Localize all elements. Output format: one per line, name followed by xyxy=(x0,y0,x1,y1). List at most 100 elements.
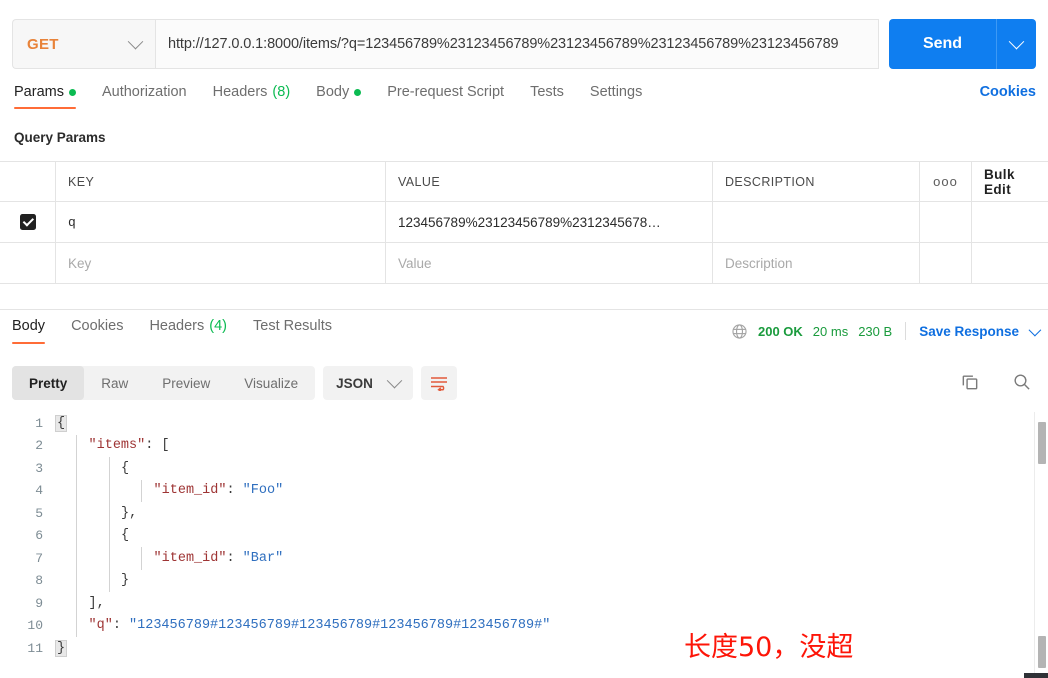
code-token: "123456789#123456789#123456789#123456789… xyxy=(129,618,551,634)
new-value-input[interactable]: Value xyxy=(386,243,713,283)
bulk-edit-button[interactable]: Bulk Edit xyxy=(984,167,1036,197)
view-mode-raw[interactable]: Raw xyxy=(84,366,145,400)
code-token: ], xyxy=(88,595,105,611)
code-line: 8} xyxy=(0,569,1048,592)
code-line: 1{ xyxy=(0,412,1048,435)
response-tab-body[interactable]: Body xyxy=(12,318,58,344)
new-description-placeholder: Description xyxy=(725,255,793,271)
tab-settings[interactable]: Settings xyxy=(577,84,655,109)
code-token: "item_id" xyxy=(153,550,227,566)
response-tab-headers-label: Headers xyxy=(149,318,205,334)
chevron-down-icon xyxy=(127,33,144,49)
code-token: "q" xyxy=(88,618,113,634)
row-key-input[interactable]: q xyxy=(56,202,386,242)
view-mode-pretty[interactable]: Pretty xyxy=(12,366,85,400)
query-params-table: KEY VALUE DESCRIPTION ooo Bulk Edit q 12… xyxy=(0,161,1048,284)
tab-params[interactable]: Params xyxy=(14,84,89,109)
new-value-placeholder: Value xyxy=(398,255,432,271)
status-code: 200 OK xyxy=(757,323,803,339)
code-token: : xyxy=(226,550,243,566)
tab-authorization[interactable]: Authorization xyxy=(89,84,200,109)
http-method-selector[interactable]: GET xyxy=(12,19,155,69)
indent-guide xyxy=(76,457,77,480)
row-key-text: q xyxy=(68,214,76,230)
code-text: { xyxy=(54,414,68,432)
divider xyxy=(905,322,907,340)
code-text: } xyxy=(56,573,129,588)
tab-pre-request-script[interactable]: Pre-request Script xyxy=(374,84,517,109)
new-key-input[interactable]: Key xyxy=(56,243,386,283)
tab-tests[interactable]: Tests xyxy=(517,84,577,109)
indent-guide xyxy=(76,434,77,457)
indent-guide xyxy=(108,547,110,570)
view-mode-preview[interactable]: Preview xyxy=(145,366,227,400)
user-annotation: 长度50，没超 xyxy=(684,632,854,663)
code-line: 7 "item_id": "Bar" xyxy=(0,547,1048,570)
row-enabled-checkbox[interactable] xyxy=(19,214,36,230)
response-size: 230 B xyxy=(858,323,893,339)
view-mode-visualize[interactable]: Visualize xyxy=(227,366,315,400)
response-tab-cookies[interactable]: Cookies xyxy=(58,318,136,344)
word-wrap-button[interactable] xyxy=(420,366,457,400)
response-tab-test-results[interactable]: Test Results xyxy=(240,318,345,344)
code-text: { xyxy=(56,528,129,543)
line-number: 8 xyxy=(35,573,43,589)
row-value-text: 123456789%23123456789%2312345678… xyxy=(398,214,661,230)
url-text: http://127.0.0.1:8000/items/?q=123456789… xyxy=(168,36,839,52)
chevron-down-icon xyxy=(1008,33,1025,49)
section-divider xyxy=(0,309,1048,310)
indent-guide xyxy=(76,592,77,615)
code-token: "Foo" xyxy=(242,483,284,499)
chevron-down-icon xyxy=(386,372,403,388)
indent-guide xyxy=(108,569,110,592)
cookies-link[interactable]: Cookies xyxy=(980,84,1036,100)
new-key-placeholder: Key xyxy=(68,255,92,271)
code-text: { xyxy=(56,461,129,476)
response-tab-body-label: Body xyxy=(12,318,46,334)
vertical-scrollbar[interactable] xyxy=(1034,412,1048,678)
format-label: JSON xyxy=(336,375,373,391)
response-tab-cookies-label: Cookies xyxy=(71,318,124,334)
new-description-input[interactable]: Description xyxy=(713,243,920,283)
url-input[interactable]: http://127.0.0.1:8000/items/?q=123456789… xyxy=(155,19,879,69)
code-line: 2 "items": [ xyxy=(0,434,1048,457)
line-number: 7 xyxy=(35,550,43,566)
word-wrap-icon xyxy=(430,377,447,391)
code-token: "Bar" xyxy=(242,550,284,566)
modified-dot-icon xyxy=(354,88,362,96)
indent-guide xyxy=(141,547,143,570)
code-fold-marker[interactable]: } xyxy=(54,639,68,657)
save-response-button[interactable]: Save Response xyxy=(919,324,1019,339)
send-button[interactable]: Send xyxy=(889,19,996,69)
code-token: }, xyxy=(121,505,138,521)
tab-body[interactable]: Body xyxy=(303,84,374,109)
row-value-input[interactable]: 123456789%23123456789%2312345678… xyxy=(386,202,713,242)
copy-icon[interactable] xyxy=(960,372,980,392)
line-number: 4 xyxy=(35,483,43,499)
view-mode-group: Pretty Raw Preview Visualize xyxy=(12,366,316,400)
format-selector[interactable]: JSON xyxy=(323,366,413,400)
code-line: 6{ xyxy=(0,524,1048,547)
response-tab-headers[interactable]: Headers (4) xyxy=(136,318,240,344)
row-description-input[interactable] xyxy=(713,202,920,242)
scrollbar-thumb[interactable] xyxy=(1038,422,1046,464)
table-options-button[interactable]: ooo xyxy=(920,162,972,201)
table-row: q 123456789%23123456789%2312345678… xyxy=(0,202,1048,243)
response-body-code[interactable]: 1{2 "items": [3{4 "item_id": "Foo" 5}, 6{7 "i… xyxy=(0,412,1048,678)
code-fold-marker[interactable]: { xyxy=(54,414,68,432)
globe-icon xyxy=(732,323,747,339)
code-text: "item_id": "Foo" xyxy=(56,483,284,499)
query-params-title: Query Params xyxy=(14,130,106,145)
code-line: 11} xyxy=(0,637,1048,660)
scrollbar-thumb-secondary[interactable] xyxy=(1038,636,1046,668)
code-text: "items": [ xyxy=(56,438,170,453)
indent-guide xyxy=(76,524,77,547)
response-tab-headers-count: (4) xyxy=(209,318,227,334)
tab-authorization-label: Authorization xyxy=(101,84,187,100)
send-options-button[interactable] xyxy=(996,19,1036,69)
search-icon[interactable] xyxy=(1012,372,1032,392)
tab-headers[interactable]: Headers (8) xyxy=(200,84,304,109)
header-cell-key: KEY xyxy=(56,162,386,201)
tab-settings-label: Settings xyxy=(589,84,643,100)
code-line: 10 "q": "123456789#123456789#123456789#12… xyxy=(0,614,1048,637)
